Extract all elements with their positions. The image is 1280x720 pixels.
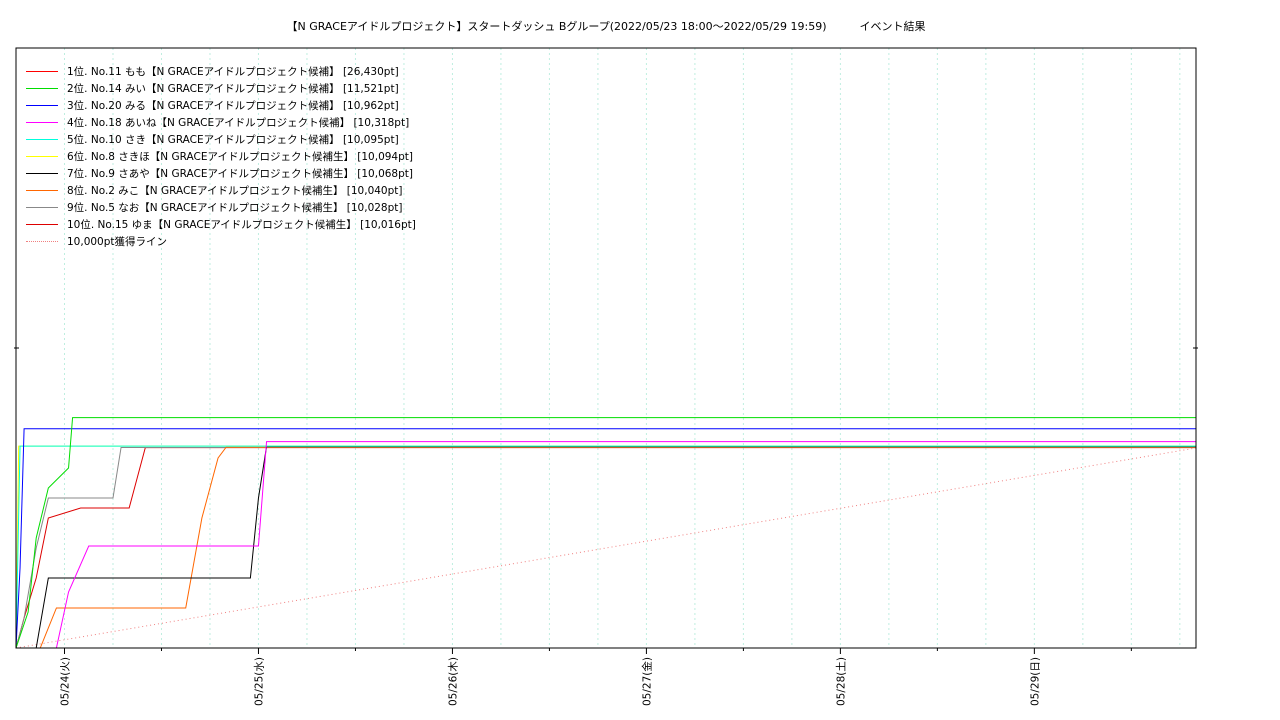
legend-label: 2位. No.14 みい【N GRACEアイドルプロジェクト候補】 [11,52… [67, 83, 399, 95]
series-line-10 [15, 447, 1196, 649]
legend-item: 10位. No.15 ゆま【N GRACEアイドルプロジェクト候補生】 [10,… [26, 216, 416, 233]
x-tick-label: 05/28(土) [834, 657, 847, 706]
legend-swatch [26, 88, 58, 89]
legend-swatch [26, 190, 58, 191]
x-tick-label: 05/29(日) [1029, 657, 1041, 706]
series-line-8 [16, 446, 1196, 649]
legend-item: 7位. No.9 さあや【N GRACEアイドルプロジェクト候補生】 [10,0… [26, 165, 416, 182]
legend-item: 2位. No.14 みい【N GRACEアイドルプロジェクト候補】 [11,52… [26, 80, 416, 97]
series-line-3 [15, 428, 1196, 649]
legend-swatch [26, 139, 58, 140]
legend-swatch [26, 224, 58, 225]
series-line-7 [16, 446, 1196, 649]
legend-swatch [26, 173, 58, 174]
legend-item: 6位. No.8 さきほ【N GRACEアイドルプロジェクト候補生】 [10,0… [26, 148, 416, 165]
legend-label: 10,000pt獲得ライン [67, 236, 168, 248]
chart-legend: 1位. No.11 もも【N GRACEアイドルプロジェクト候補】 [26,43… [26, 63, 416, 250]
legend-label: 1位. No.11 もも【N GRACEアイドルプロジェクト候補】 [26,43… [67, 66, 399, 78]
legend-label: 9位. No.5 なお【N GRACEアイドルプロジェクト候補生】 [10,02… [67, 202, 403, 214]
series-line-5 [15, 445, 1196, 649]
legend-item: 3位. No.20 みる【N GRACEアイドルプロジェクト候補】 [10,96… [26, 97, 416, 114]
legend-item: 1位. No.11 もも【N GRACEアイドルプロジェクト候補】 [26,43… [26, 63, 416, 80]
x-tick-label: 05/24(火) [59, 657, 71, 706]
x-tick-label: 05/27(金) [640, 657, 653, 706]
reference-line [15, 447, 1197, 649]
legend-item: 8位. No.2 みこ【N GRACEアイドルプロジェクト候補生】 [10,04… [26, 182, 416, 199]
series-line-2 [15, 417, 1196, 649]
legend-label: 6位. No.8 さきほ【N GRACEアイドルプロジェクト候補生】 [10,0… [67, 151, 413, 163]
legend-swatch [26, 207, 58, 208]
legend-swatch [26, 105, 58, 106]
legend-swatch [26, 122, 58, 123]
series-line-6 [15, 445, 1196, 649]
legend-label: 3位. No.20 みる【N GRACEアイドルプロジェクト候補】 [10,96… [67, 100, 399, 112]
legend-label: 10位. No.15 ゆま【N GRACEアイドルプロジェクト候補生】 [10,… [67, 219, 416, 231]
legend-label: 8位. No.2 みこ【N GRACEアイドルプロジェクト候補生】 [10,04… [67, 185, 403, 197]
legend-label: 5位. No.10 さき【N GRACEアイドルプロジェクト候補】 [10,09… [67, 134, 399, 146]
series-line-4 [16, 441, 1196, 649]
series-line-9 [15, 446, 1196, 649]
legend-item: 4位. No.18 あいね【N GRACEアイドルプロジェクト候補】 [10,3… [26, 114, 416, 131]
legend-item-reference: 10,000pt獲得ライン [26, 233, 416, 250]
legend-item: 9位. No.5 なお【N GRACEアイドルプロジェクト候補生】 [10,02… [26, 199, 416, 216]
x-tick-label: 05/26(木) [447, 657, 459, 706]
legend-swatch [26, 156, 58, 157]
legend-label: 4位. No.18 あいね【N GRACEアイドルプロジェクト候補】 [10,3… [67, 117, 410, 129]
legend-label: 7位. No.9 さあや【N GRACEアイドルプロジェクト候補生】 [10,0… [67, 168, 413, 180]
legend-swatch [26, 71, 58, 72]
x-tick-label: 05/25(水) [253, 657, 265, 706]
legend-item: 5位. No.10 さき【N GRACEアイドルプロジェクト候補】 [10,09… [26, 131, 416, 148]
legend-swatch [26, 241, 58, 242]
